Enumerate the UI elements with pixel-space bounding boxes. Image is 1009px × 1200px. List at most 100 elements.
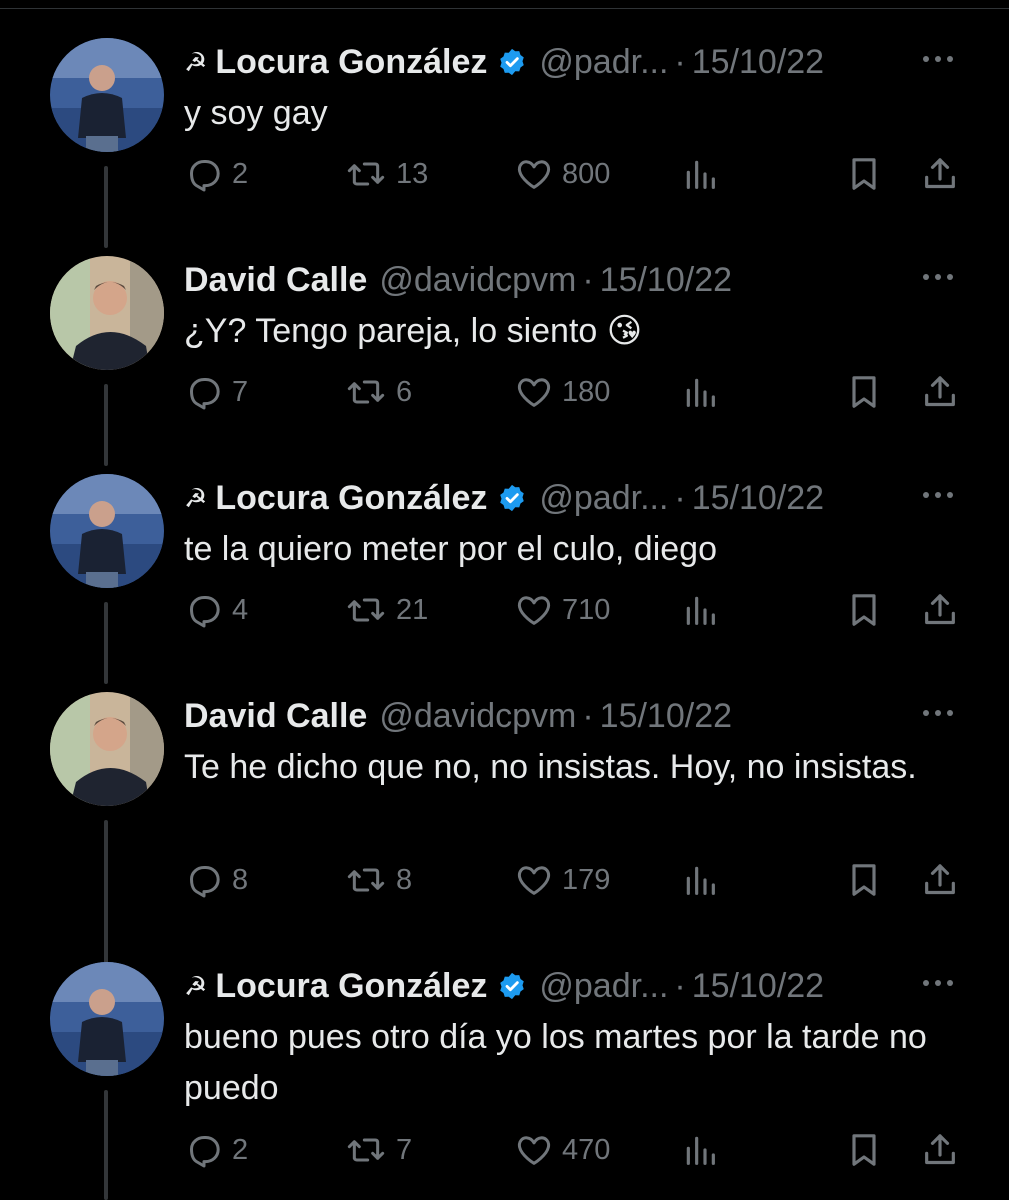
views-icon — [680, 1130, 720, 1170]
reply-button[interactable]: 4 — [184, 590, 248, 630]
timestamp[interactable]: 15/10/22 — [600, 697, 732, 736]
action-bar: 2 7 470 — [184, 1130, 964, 1170]
reply-count: 4 — [232, 593, 249, 626]
reply-count: 8 — [232, 863, 249, 896]
bookmark-icon — [844, 154, 884, 194]
tweet-text: te la quiero meter por el culo, diego — [184, 530, 717, 568]
retweet-icon — [344, 860, 388, 900]
thread-line — [104, 166, 108, 248]
timestamp[interactable]: 15/10/22 — [692, 479, 824, 518]
bookmark-icon — [844, 1130, 884, 1170]
display-name[interactable]: David Calle — [184, 261, 367, 300]
retweet-button[interactable]: 13 — [344, 154, 428, 194]
retweet-count: 7 — [396, 1133, 413, 1166]
handle[interactable]: @padr... — [539, 967, 668, 1006]
separator: · — [674, 42, 686, 81]
reply-button[interactable]: 8 — [184, 860, 248, 900]
bookmark-button[interactable] — [844, 154, 884, 194]
more-options-icon[interactable] — [918, 44, 958, 74]
thread-line — [104, 1090, 108, 1200]
action-bar: 4 21 710 — [184, 590, 964, 630]
retweet-button[interactable]: 21 — [344, 590, 428, 630]
share-icon — [920, 154, 960, 194]
views-button[interactable] — [680, 154, 720, 194]
like-button[interactable]: 710 — [514, 590, 610, 630]
separator: · — [674, 966, 686, 1005]
tweet-text: bueno pues otro día yo los martes por la… — [184, 1018, 927, 1107]
reply-button[interactable]: 7 — [184, 372, 248, 412]
reply-count: 2 — [232, 157, 249, 190]
display-name[interactable]: David Calle — [184, 697, 367, 736]
share-icon — [920, 1130, 960, 1170]
handle[interactable]: @padr... — [539, 479, 668, 518]
like-count: 180 — [562, 375, 611, 408]
like-button[interactable]: 180 — [514, 372, 610, 412]
more-options-icon[interactable] — [918, 968, 958, 998]
views-button[interactable] — [680, 372, 720, 412]
handle[interactable]: @padr... — [539, 43, 668, 82]
share-icon — [920, 590, 960, 630]
avatar[interactable] — [50, 38, 164, 152]
avatar[interactable] — [50, 962, 164, 1076]
heart-icon — [514, 372, 554, 412]
share-button[interactable] — [920, 860, 960, 900]
bookmark-button[interactable] — [844, 372, 884, 412]
timestamp[interactable]: 15/10/22 — [692, 43, 824, 82]
share-button[interactable] — [920, 372, 960, 412]
action-bar: 2 13 800 — [184, 154, 964, 194]
views-button[interactable] — [680, 1130, 720, 1170]
retweet-button[interactable]: 6 — [344, 372, 412, 412]
avatar[interactable] — [50, 474, 164, 588]
heart-icon — [514, 860, 554, 900]
handle[interactable]: @davidcpvm — [379, 261, 576, 300]
like-button[interactable]: 470 — [514, 1130, 610, 1170]
avatar[interactable] — [50, 256, 164, 370]
display-name[interactable]: Locura González — [215, 479, 487, 518]
display-name[interactable]: Locura González — [215, 967, 487, 1006]
timestamp[interactable]: 15/10/22 — [600, 261, 732, 300]
hammer-sickle-icon: ☭ — [184, 46, 208, 77]
like-button[interactable]: 800 — [514, 154, 610, 194]
reply-count: 7 — [232, 375, 249, 408]
share-button[interactable] — [920, 1130, 960, 1170]
heart-icon — [514, 1130, 554, 1170]
share-icon — [920, 372, 960, 412]
verified-badge-icon — [497, 47, 527, 77]
hammer-sickle-icon: ☭ — [184, 970, 208, 1001]
views-button[interactable] — [680, 860, 720, 900]
reply-button[interactable]: 2 — [184, 154, 248, 194]
tweet-header: David Calle @davidcpvm · 15/10/22 — [184, 256, 732, 304]
bookmark-button[interactable] — [844, 860, 884, 900]
bookmark-icon — [844, 590, 884, 630]
retweet-button[interactable]: 8 — [344, 860, 412, 900]
share-button[interactable] — [920, 154, 960, 194]
more-options-icon[interactable] — [918, 698, 958, 728]
avatar[interactable] — [50, 692, 164, 806]
like-count: 179 — [562, 863, 611, 896]
tweet-header: ☭ Locura González @padr... · 15/10/22 — [184, 962, 824, 1010]
bookmark-button[interactable] — [844, 1130, 884, 1170]
verified-badge-icon — [497, 971, 527, 1001]
separator: · — [674, 478, 686, 517]
retweet-icon — [344, 372, 388, 412]
timestamp[interactable]: 15/10/22 — [692, 967, 824, 1006]
reply-button[interactable]: 2 — [184, 1130, 248, 1170]
tweet-text: ¿Y? Tengo pareja, lo siento 😘 — [184, 312, 643, 350]
tweet-header: ☭ Locura González @padr... · 15/10/22 — [184, 38, 824, 86]
thread-line — [104, 820, 108, 968]
more-options-icon[interactable] — [918, 262, 958, 292]
views-icon — [680, 372, 720, 412]
bookmark-button[interactable] — [844, 590, 884, 630]
display-name[interactable]: Locura González — [215, 43, 487, 82]
like-button[interactable]: 179 — [514, 860, 610, 900]
views-button[interactable] — [680, 590, 720, 630]
share-button[interactable] — [920, 590, 960, 630]
tweet-header: ☭ Locura González @padr... · 15/10/22 — [184, 474, 824, 522]
retweet-count: 13 — [396, 157, 429, 190]
action-bar: 8 8 179 — [184, 860, 964, 900]
retweet-count: 6 — [396, 375, 413, 408]
like-count: 710 — [562, 593, 611, 626]
retweet-button[interactable]: 7 — [344, 1130, 412, 1170]
more-options-icon[interactable] — [918, 480, 958, 510]
handle[interactable]: @davidcpvm — [379, 697, 576, 736]
